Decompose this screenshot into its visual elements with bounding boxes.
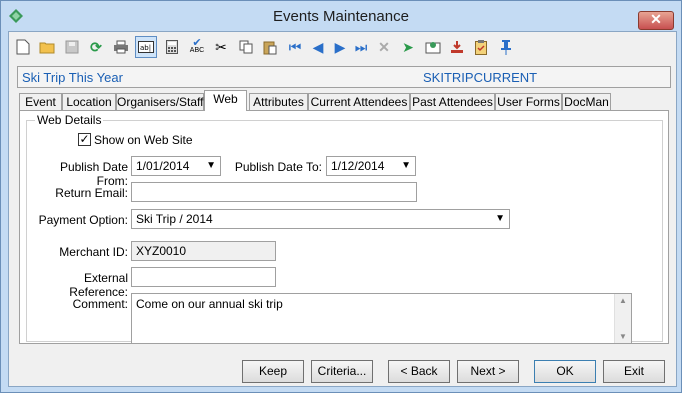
record-header: Ski Trip This Year SKITRIPCURRENT <box>17 66 671 88</box>
tab-user-forms[interactable]: User Forms <box>495 93 562 110</box>
window-title: Events Maintenance <box>273 8 409 25</box>
tab-docman[interactable]: DocMan <box>562 93 611 110</box>
tab-current-attendees[interactable]: Current Attendees <box>308 93 410 110</box>
scroll-up-icon[interactable]: ▲ <box>615 296 631 305</box>
chevron-down-icon: ▼ <box>206 160 216 171</box>
external-reference-field[interactable] <box>131 267 276 287</box>
web-details-title: Web Details <box>35 113 104 127</box>
save-icon[interactable] <box>61 36 83 58</box>
chevron-down-icon: ▼ <box>401 160 411 171</box>
keep-button[interactable]: Keep <box>242 360 304 383</box>
publish-to-field[interactable]: 1/12/2014 ▼ <box>326 156 416 176</box>
back-button[interactable]: < Back <box>388 360 450 383</box>
external-reference-label: External Reference: <box>69 271 128 299</box>
record-name: Ski Trip This Year <box>22 70 123 85</box>
events-maintenance-window: Events Maintenance ✕ ⟳ ab| ✔ ABC ✂ ⏮ ◀ ▶ … <box>0 0 682 393</box>
svg-text:ab|: ab| <box>140 44 151 52</box>
first-record-icon[interactable]: ⏮ <box>284 36 306 58</box>
spellcheck-icon[interactable]: ✔ ABC <box>186 36 208 58</box>
last-record-icon[interactable]: ⏭ <box>350 36 372 58</box>
pin-icon[interactable] <box>495 36 517 58</box>
return-email-label: Return Email: <box>55 186 128 200</box>
toolbar: ⟳ ab| ✔ ABC ✂ ⏮ ◀ ▶ ⏭ ✕ ➤ <box>9 32 676 62</box>
tab-web[interactable]: Web <box>204 90 247 111</box>
download-icon[interactable] <box>446 36 468 58</box>
tab-location[interactable]: Location <box>62 93 116 110</box>
comment-label: Comment: <box>72 297 128 311</box>
scroll-down-icon[interactable]: ▼ <box>615 332 631 341</box>
return-email-field[interactable] <box>131 182 417 202</box>
payment-option-select[interactable]: Ski Trip / 2014 ▼ <box>131 209 510 229</box>
cut-icon[interactable]: ✂ <box>210 36 232 58</box>
print-icon[interactable] <box>110 36 132 58</box>
client-area: ⟳ ab| ✔ ABC ✂ ⏮ ◀ ▶ ⏭ ✕ ➤ Ski Trip This Y… <box>8 31 677 387</box>
delete-icon[interactable]: ✕ <box>373 36 395 58</box>
comment-field[interactable]: Come on our annual ski trip ▲ ▼ <box>131 293 632 344</box>
refresh-icon[interactable]: ⟳ <box>85 36 107 58</box>
clipboard-icon[interactable] <box>470 36 492 58</box>
title-bar[interactable]: Events Maintenance ✕ <box>1 1 681 31</box>
comment-scrollbar[interactable]: ▲ ▼ <box>614 294 631 343</box>
tab-past-attendees[interactable]: Past Attendees <box>410 93 495 110</box>
paste-icon[interactable] <box>259 36 281 58</box>
comment-text: Come on our annual ski trip <box>136 297 283 311</box>
show-on-web-label: Show on Web Site <box>94 133 193 147</box>
web-details-group: Web Details ✓ Show on Web Site Publish D… <box>26 113 663 344</box>
chevron-down-icon: ▼ <box>495 213 505 224</box>
criteria-button[interactable]: Criteria... <box>311 360 373 383</box>
certificate-icon[interactable] <box>422 36 444 58</box>
close-icon: ✕ <box>650 11 662 27</box>
previous-record-icon[interactable]: ◀ <box>307 36 329 58</box>
tab-event[interactable]: Event <box>19 93 62 110</box>
payment-option-label: Payment Option: <box>38 213 128 227</box>
merchant-id-label: Merchant ID: <box>59 245 128 259</box>
tab-attributes[interactable]: Attributes <box>249 93 308 110</box>
web-tab-panel: Web Details ✓ Show on Web Site Publish D… <box>19 110 669 344</box>
merchant-id-field: XYZ0010 <box>131 241 276 261</box>
next-record-icon[interactable]: ▶ <box>329 36 351 58</box>
open-icon[interactable] <box>36 36 58 58</box>
approve-icon[interactable]: ➤ <box>397 36 419 58</box>
ok-button[interactable]: OK <box>534 360 596 383</box>
publish-from-field[interactable]: 1/01/2014 ▼ <box>131 156 221 176</box>
calculator-icon[interactable] <box>161 36 183 58</box>
new-icon[interactable] <box>12 36 34 58</box>
publish-to-label: Publish Date To: <box>234 160 322 174</box>
text-field-icon[interactable]: ab| <box>135 36 157 58</box>
close-button[interactable]: ✕ <box>638 11 674 30</box>
show-on-web-checkbox[interactable]: ✓ <box>78 133 91 146</box>
exit-button[interactable]: Exit <box>603 360 665 383</box>
publish-from-label: Publish Date From: <box>59 160 128 188</box>
next-button[interactable]: Next > <box>457 360 519 383</box>
record-code: SKITRIPCURRENT <box>423 70 538 85</box>
tab-organisers-staff[interactable]: Organisers/Staff <box>116 93 204 110</box>
copy-icon[interactable] <box>235 36 257 58</box>
